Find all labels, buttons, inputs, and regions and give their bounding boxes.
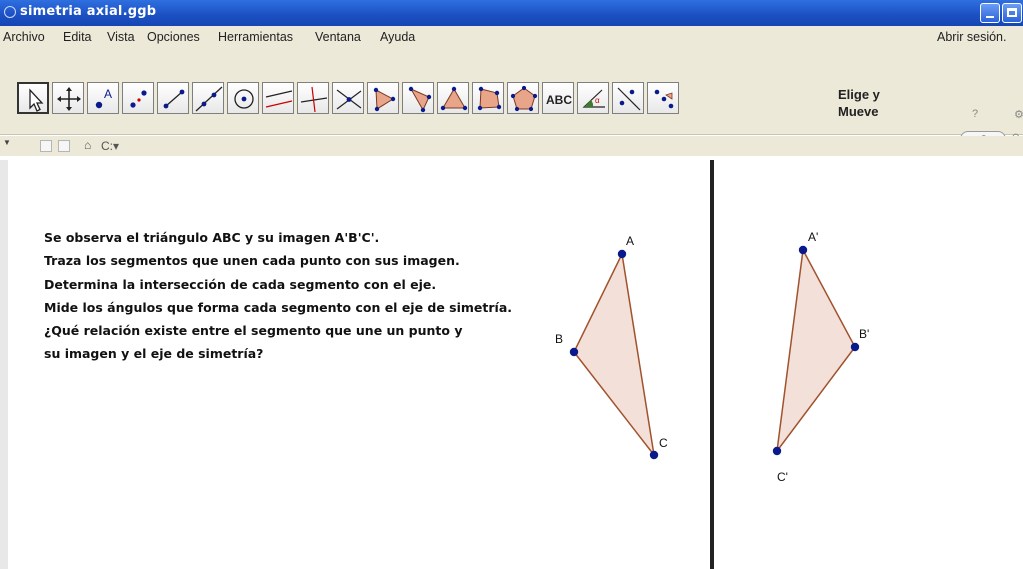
label-a-prime: A' xyxy=(808,230,818,244)
point-b[interactable] xyxy=(569,347,579,357)
triangle-image[interactable] xyxy=(775,247,856,454)
label-c: C xyxy=(659,436,668,450)
triangle-abc[interactable] xyxy=(573,251,655,456)
construction-canvas: A B C A' B' C' xyxy=(555,230,869,484)
label-b: B xyxy=(555,332,563,346)
label-a: A xyxy=(626,234,634,248)
label-c-prime: C' xyxy=(777,470,788,484)
label-b-prime: B' xyxy=(859,327,869,341)
point-b-prime[interactable] xyxy=(850,342,860,352)
point-a[interactable] xyxy=(617,249,627,259)
point-c-prime[interactable] xyxy=(772,446,782,456)
point-a-prime[interactable] xyxy=(798,245,808,255)
point-c[interactable] xyxy=(649,450,659,460)
